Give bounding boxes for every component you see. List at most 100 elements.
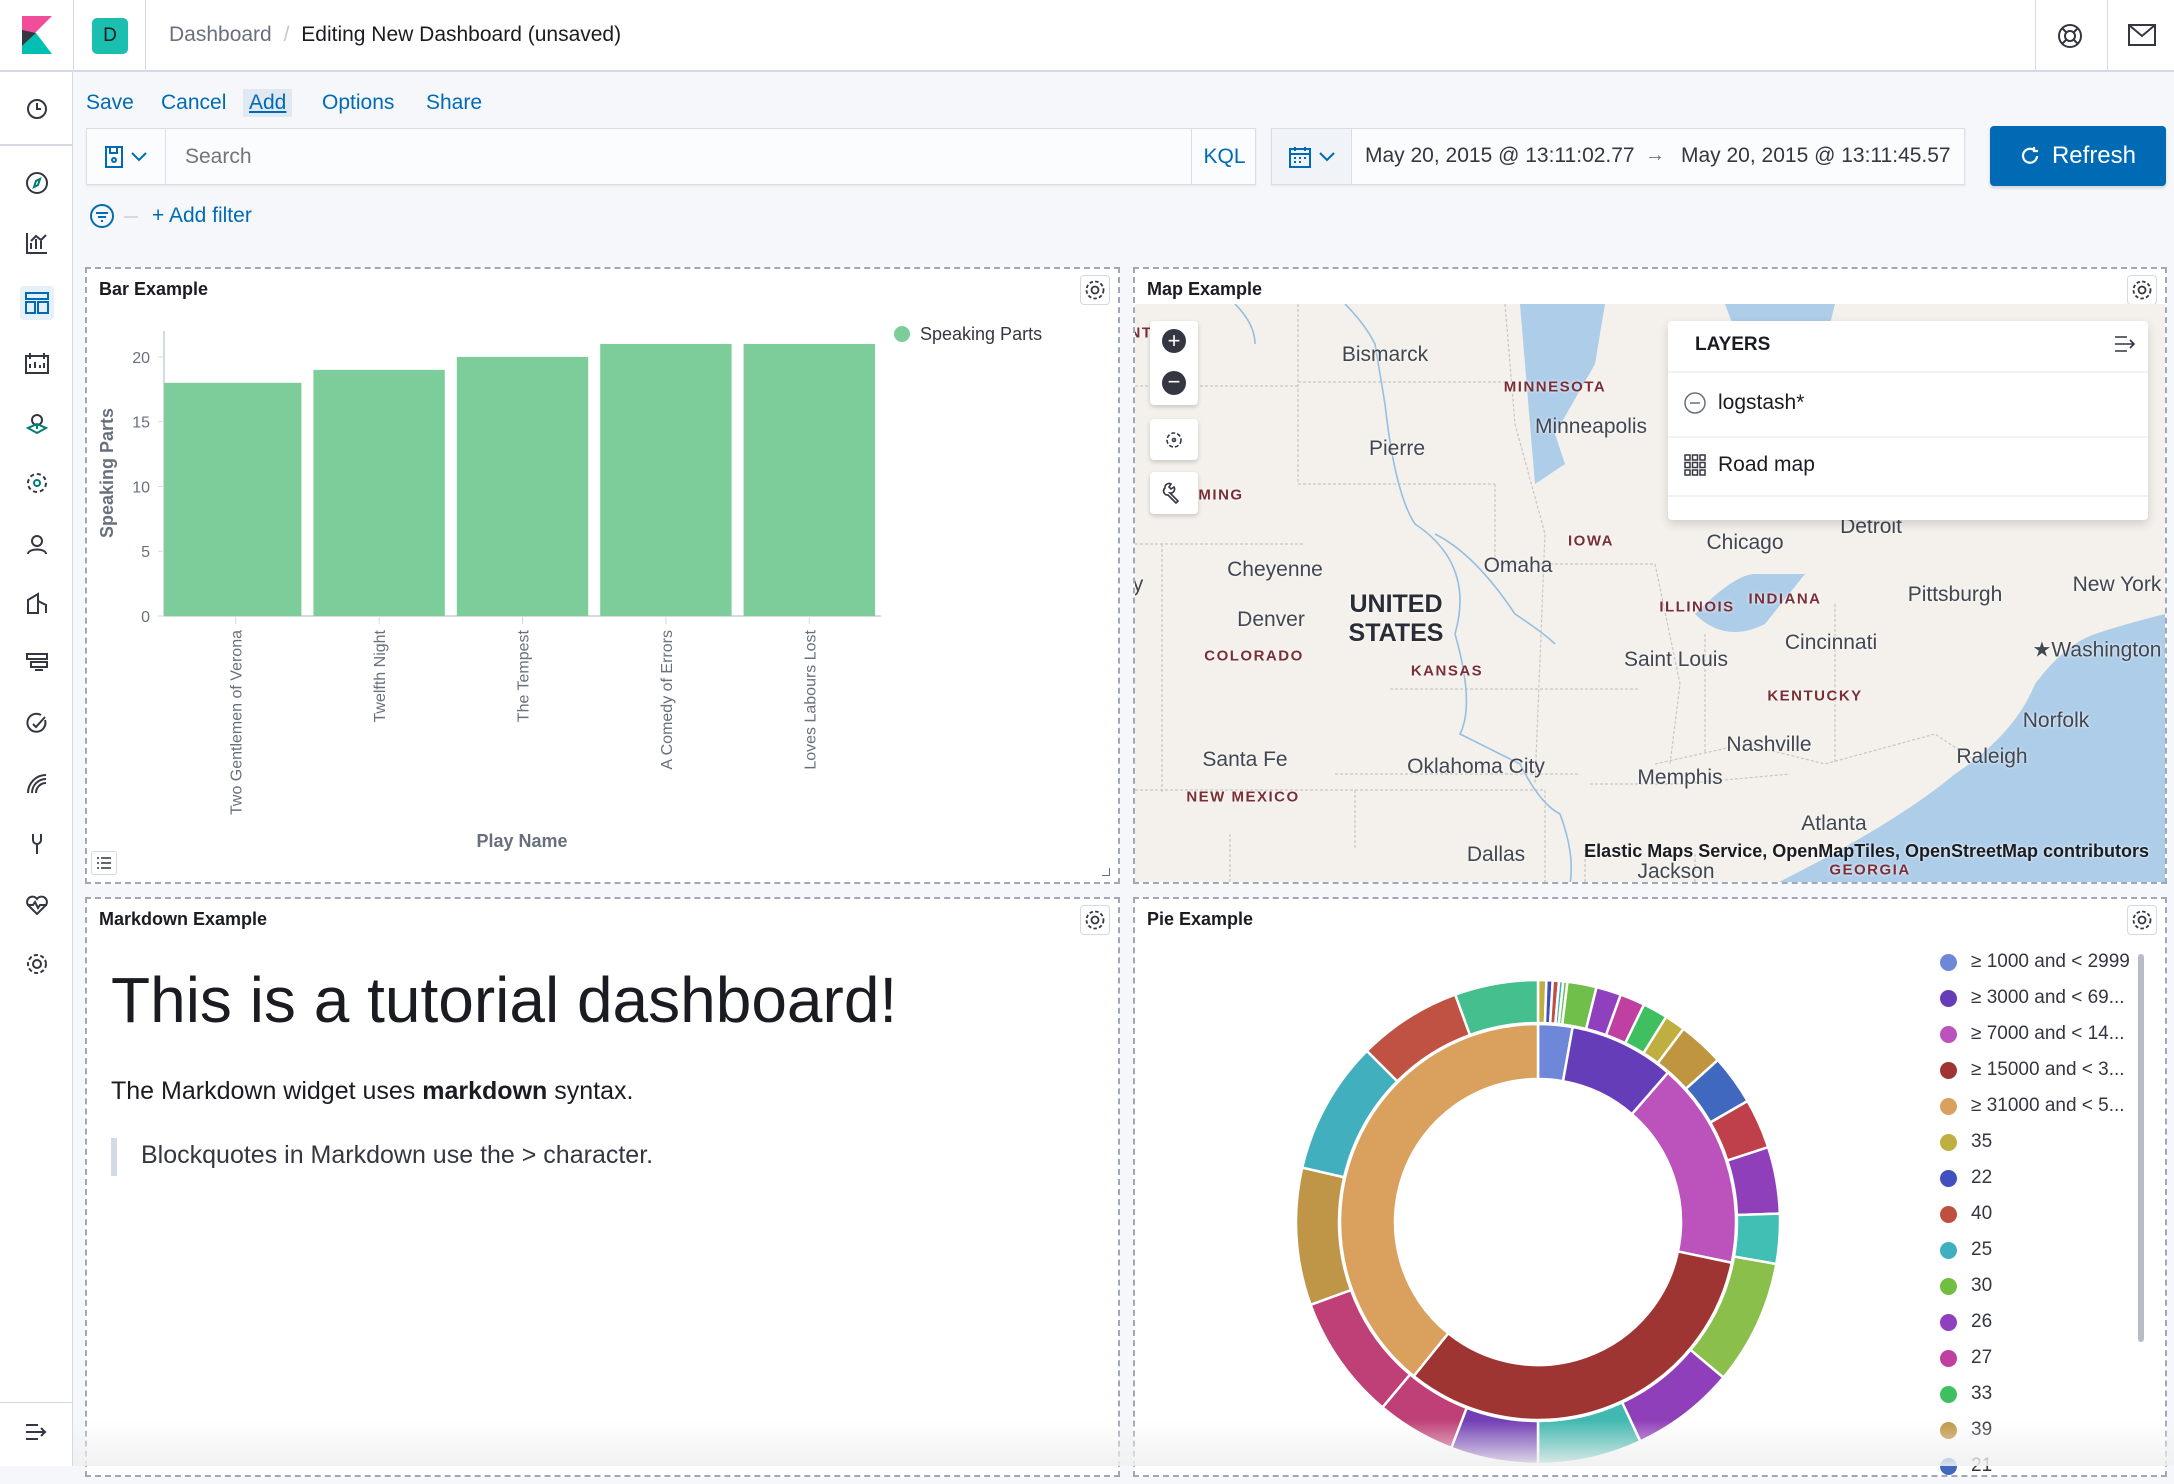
text: syntax. <box>547 1077 634 1105</box>
set-view-crosshair-icon[interactable] <box>1150 419 1198 460</box>
maps-icon[interactable] <box>20 406 54 440</box>
collapse-nav-icon[interactable] <box>20 1415 54 1449</box>
legend-scrollbar[interactable] <box>2138 954 2144 1342</box>
pie-chart <box>1294 978 1782 1466</box>
legend-label: ≥ 31000 and < 5... <box>1971 1095 2125 1116</box>
map-label: Norfolk <box>2022 709 2090 732</box>
legend-label: 25 <box>1971 1239 1993 1260</box>
options-button[interactable]: Options <box>316 89 400 117</box>
canvas-icon[interactable] <box>20 346 54 380</box>
help-icon[interactable] <box>2056 22 2084 55</box>
map-label: Saint Louis <box>1624 648 1728 671</box>
legend-item[interactable]: ≥ 1000 and < 2999 <box>1940 944 2130 980</box>
layer-item-road-map[interactable]: Road map <box>1684 453 1815 477</box>
map-label: COLORADO <box>1204 647 1304 665</box>
recently-viewed-clock-icon[interactable] <box>20 92 54 126</box>
map-label: Cincinnati <box>1784 631 1878 654</box>
legend-item[interactable]: 22 <box>1940 1160 1992 1196</box>
stack-monitoring-icon[interactable] <box>20 887 54 921</box>
logs-icon[interactable] <box>20 587 54 621</box>
map-label: INDIANA <box>1748 590 1822 608</box>
legend-item[interactable]: 35 <box>1940 1124 1992 1160</box>
bar[interactable] <box>313 369 445 616</box>
map-label: Jackson <box>1637 860 1715 883</box>
map-label: New York <box>2072 573 2162 596</box>
zoom-out-button[interactable]: − <box>1162 371 1186 395</box>
markdown-blockquote: Blockquotes in Markdown use the > charac… <box>141 1141 654 1169</box>
siem-icon[interactable] <box>20 767 54 801</box>
visualize-chart-icon[interactable] <box>20 226 54 260</box>
x-tick-label: Twelfth Night <box>372 629 389 722</box>
uptime-icon[interactable] <box>20 707 54 741</box>
filter-options-icon[interactable] <box>89 203 115 234</box>
panel-options-gear-icon[interactable] <box>1080 905 1110 935</box>
legend-label[interactable]: Speaking Parts <box>920 324 1042 344</box>
layer-vector-circle-icon <box>1684 392 1706 414</box>
quick-select-button[interactable] <box>1272 129 1352 184</box>
dev-tools-icon[interactable] <box>20 827 54 861</box>
infrastructure-icon[interactable] <box>20 527 54 561</box>
refresh-button[interactable]: Refresh <box>1990 126 2166 186</box>
bar-chart: 0 5 10 15 20 Two Gentlemen of Verona Twelfth N… <box>97 324 1042 851</box>
legend-toggle-list-icon[interactable] <box>91 851 117 875</box>
add-filter-button[interactable]: + Add filter <box>152 204 252 228</box>
legend-dot <box>1940 1061 1957 1079</box>
cancel-button[interactable]: Cancel <box>155 89 232 117</box>
map-attribution[interactable]: Elastic Maps Service, OpenMapTiles, Open… <box>1584 841 2149 862</box>
dashboard-icon[interactable] <box>20 286 54 320</box>
legend-item[interactable]: 30 <box>1940 1268 1992 1304</box>
legend-item[interactable]: 27 <box>1940 1340 1992 1376</box>
arrow-right-icon: → <box>1645 144 1665 166</box>
legend-item[interactable]: ≥ 15000 and < 3... <box>1940 1052 2125 1088</box>
legend-item[interactable]: ≥ 31000 and < 5... <box>1940 1088 2125 1124</box>
breadcrumb-dashboard[interactable]: Dashboard <box>169 23 272 46</box>
panel-bar-example: Bar Example 0 5 10 15 20 Two Gentlemen of Ver… <box>85 267 1120 884</box>
start-date[interactable]: May 20, 2015 @ 13:11:02.77 <box>1365 144 1635 168</box>
blockquote-bar <box>111 1138 117 1176</box>
legend-item[interactable]: ≥ 7000 and < 14... <box>1940 1016 2125 1052</box>
legend-label: ≥ 15000 and < 3... <box>1971 1059 2125 1080</box>
pie-slice-outer[interactable] <box>1725 1145 1782 1217</box>
capital-star-icon: ★ <box>2032 638 2052 662</box>
discover-compass-icon[interactable] <box>20 166 54 200</box>
add-button[interactable]: Add <box>243 89 293 117</box>
map-label: Denver <box>1237 608 1305 631</box>
resize-handle[interactable] <box>1102 868 1110 876</box>
pie-slice-outer[interactable] <box>1732 1212 1782 1266</box>
bar[interactable] <box>600 343 732 616</box>
bar[interactable] <box>456 356 589 616</box>
kql-toggle[interactable]: KQL <box>1191 129 1257 184</box>
bar[interactable] <box>164 382 302 616</box>
tools-wrench-icon[interactable] <box>1150 472 1198 514</box>
kibana-logo[interactable] <box>22 16 52 59</box>
map-label: y <box>1135 573 1143 597</box>
save-button[interactable]: Save <box>80 89 140 117</box>
chevron-down-icon <box>1318 151 1335 161</box>
search-input[interactable] <box>167 129 1177 184</box>
management-gear-icon[interactable] <box>20 947 54 981</box>
panel-options-gear-icon[interactable] <box>2127 275 2157 305</box>
map-label-text: Washington <box>2051 638 2162 662</box>
legend-item[interactable]: 25 <box>1940 1232 1992 1268</box>
map-label: Santa Fe <box>1202 748 1288 771</box>
panel-options-gear-icon[interactable] <box>2127 905 2157 935</box>
saved-query-button[interactable] <box>87 129 166 184</box>
layer-item-logstash[interactable]: logstash* <box>1684 391 1804 415</box>
mail-icon[interactable] <box>2128 24 2156 51</box>
bar[interactable] <box>743 343 875 616</box>
end-date[interactable]: May 20, 2015 @ 13:11:45.57 <box>1681 144 1951 168</box>
share-button[interactable]: Share <box>420 89 488 117</box>
space-avatar[interactable]: D <box>92 18 128 54</box>
zoom-in-button[interactable]: + <box>1162 329 1186 353</box>
legend-item[interactable]: 33 <box>1940 1376 1992 1412</box>
map-label: ★Washington <box>2033 638 2162 663</box>
map-canvas[interactable]: Bismarck MINNESOTA Minneapolis Pierre MI… <box>1135 304 2165 883</box>
legend-item[interactable]: ≥ 3000 and < 69... <box>1940 980 2125 1016</box>
x-tick-label: Two Gentlemen of Verona <box>229 630 246 815</box>
machine-learning-icon[interactable] <box>20 466 54 500</box>
apm-icon[interactable] <box>20 646 54 680</box>
collapse-layers-icon[interactable] <box>2114 335 2136 358</box>
legend-item[interactable]: 40 <box>1940 1196 1992 1232</box>
legend-item[interactable]: 26 <box>1940 1304 1992 1340</box>
markdown-heading: This is a tutorial dashboard! <box>111 964 898 1036</box>
